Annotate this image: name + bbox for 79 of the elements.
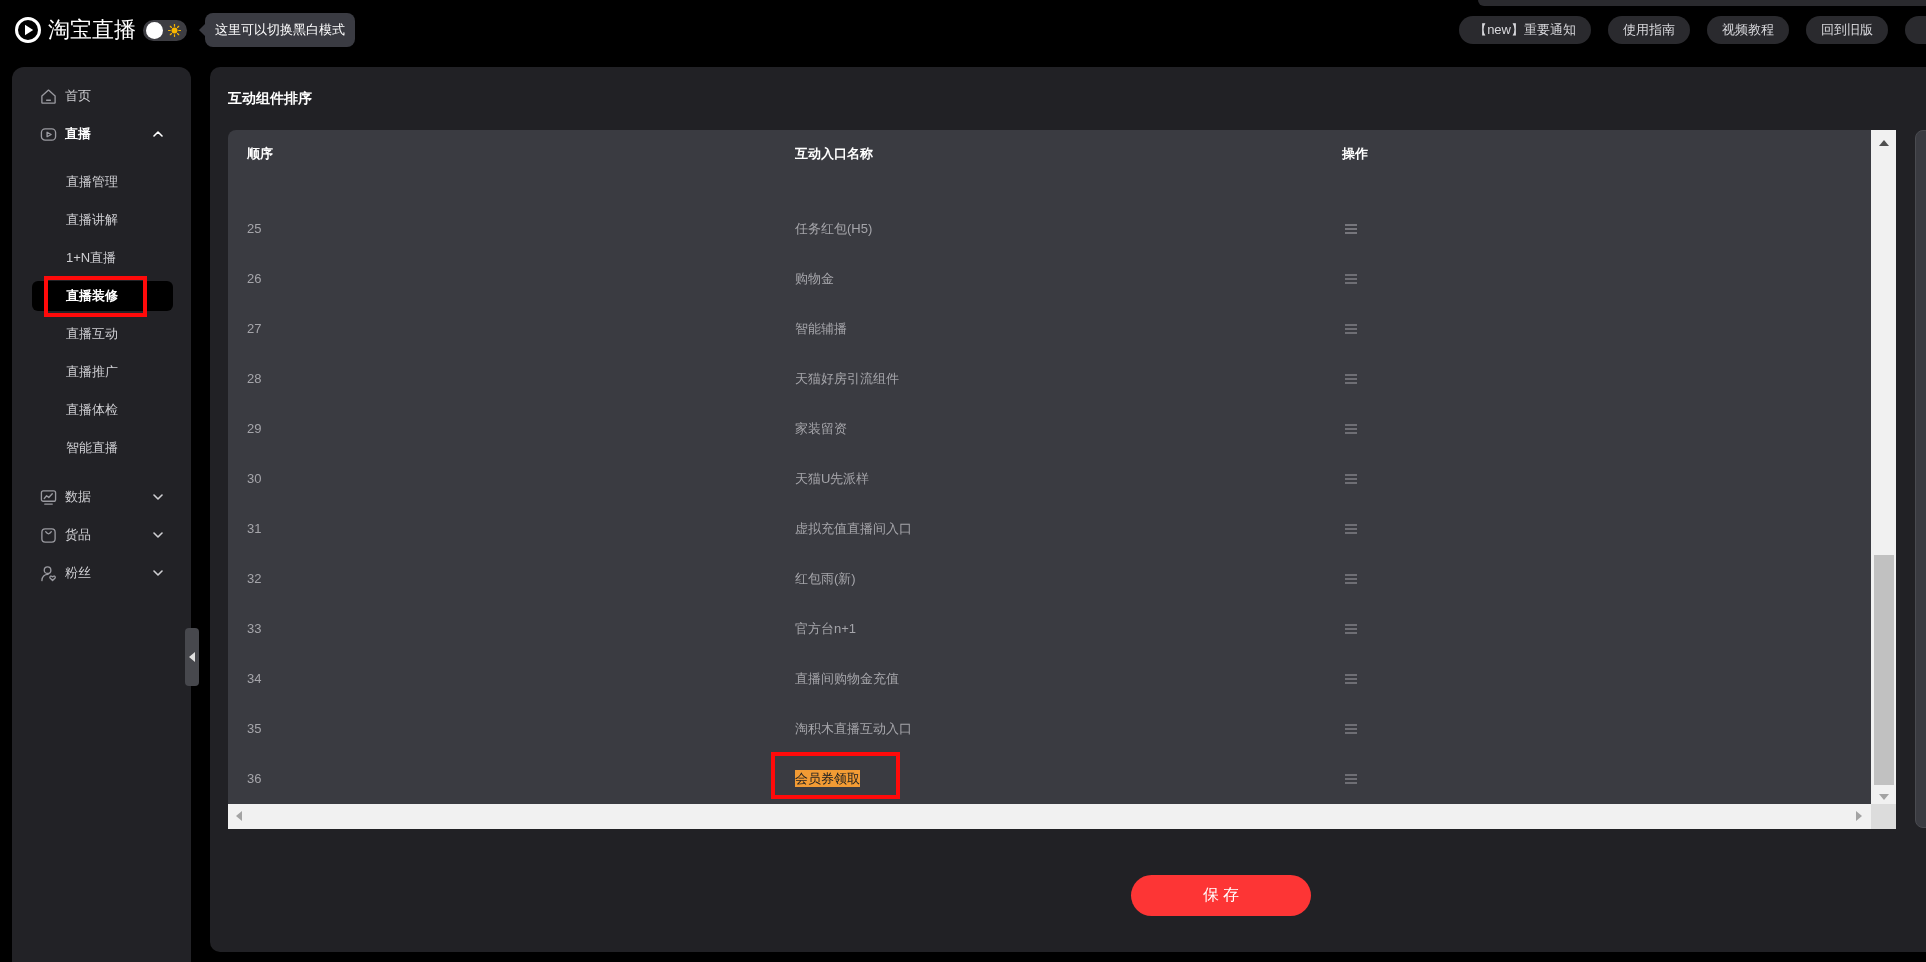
table-cell: 34 xyxy=(247,670,262,687)
header-button[interactable]: 使用指南 xyxy=(1608,16,1690,44)
bag-icon xyxy=(40,526,57,544)
table-cell: 天猫好房引流组件 xyxy=(795,370,899,387)
column-header: 互动入口名称 xyxy=(795,144,873,163)
table-cell: 官方台n+1 xyxy=(795,620,857,637)
up-arrow-icon[interactable] xyxy=(1878,139,1889,146)
three-lines-icon[interactable] xyxy=(1345,373,1357,384)
sidebar-subitem[interactable]: 直播推广 xyxy=(32,357,173,387)
three-lines-icon[interactable] xyxy=(1345,223,1357,234)
logo-text: 淘宝直播 xyxy=(48,16,136,44)
header-button[interactable]: 视频教程 xyxy=(1707,16,1789,44)
header-button[interactable]: 【new】重要通知 xyxy=(1459,16,1591,44)
table-cell: 26 xyxy=(247,270,262,287)
sidebar-subitem[interactable]: 1+N直播 xyxy=(32,243,173,273)
triangle-left-icon xyxy=(189,652,195,662)
sidebar-subitem[interactable]: 智能直播 xyxy=(32,433,173,463)
three-lines-icon[interactable] xyxy=(1345,773,1357,784)
nav-item[interactable]: 粉丝 xyxy=(28,554,175,592)
table-cell: 会员券领取 xyxy=(795,770,860,787)
sidebar-subitem[interactable]: 直播体检 xyxy=(32,395,173,425)
three-lines-icon[interactable] xyxy=(1345,523,1357,534)
table-cell: 天猫U先派样 xyxy=(795,470,870,487)
table-cell: 直播间购物金充值 xyxy=(795,670,899,687)
chart-monitor-icon xyxy=(40,488,57,506)
column-header: 顺序 xyxy=(247,144,273,163)
nav-item[interactable]: 直播 xyxy=(28,115,175,153)
table-cell: 购物金 xyxy=(795,270,834,287)
horizontal-scrollbar[interactable] xyxy=(228,803,1871,829)
table-cell: 25 xyxy=(247,220,262,237)
table-cell: 29 xyxy=(247,420,262,437)
collapse-handle[interactable] xyxy=(185,628,199,686)
tooltip: 这里可以切换黑白模式 xyxy=(199,13,355,47)
table-cell: 31 xyxy=(247,520,262,537)
table-cell: 智能辅播 xyxy=(795,320,847,337)
right-arrow-icon[interactable] xyxy=(1856,811,1862,821)
table-cell: 虚拟充值直播间入口 xyxy=(795,520,912,537)
column-header: 操作 xyxy=(1342,144,1368,163)
nav-item[interactable]: 货品 xyxy=(28,516,175,554)
three-lines-icon[interactable] xyxy=(1345,673,1357,684)
person-heart-icon xyxy=(40,564,57,582)
table-cell: 淘积木直播互动入口 xyxy=(795,720,912,737)
table-cell: 30 xyxy=(247,470,262,487)
table-cell: 28 xyxy=(247,370,262,387)
vertical-scrollbar[interactable] xyxy=(1871,129,1896,804)
table-cell: 红包雨(新) xyxy=(795,570,856,587)
play-box-icon xyxy=(40,125,57,143)
table-cell: 35 xyxy=(247,720,262,737)
sun-icon xyxy=(168,23,181,37)
down-arrow-icon[interactable] xyxy=(1878,793,1889,800)
three-lines-icon[interactable] xyxy=(1345,623,1357,634)
left-arrow-icon[interactable] xyxy=(236,811,242,821)
three-lines-icon[interactable] xyxy=(1345,573,1357,584)
nav-item[interactable]: 数据 xyxy=(28,478,175,516)
sidebar-subitem[interactable]: 直播管理 xyxy=(32,167,173,197)
sidebar-subitem[interactable]: 直播讲解 xyxy=(32,205,173,235)
table-cell: 任务红包(H5) xyxy=(795,220,873,237)
sidebar-subitem[interactable]: 直播装修 xyxy=(32,281,173,311)
home-icon xyxy=(40,87,57,105)
table-cell: 33 xyxy=(247,620,262,637)
scrollbar-corner xyxy=(1871,803,1896,829)
save-button[interactable]: 保 存 xyxy=(1131,874,1311,916)
nav-item[interactable]: 首页 xyxy=(28,77,175,115)
table-cell: 27 xyxy=(247,320,262,337)
table-cell: 家装留资 xyxy=(795,420,847,437)
table-cell: 32 xyxy=(247,570,262,587)
three-lines-icon[interactable] xyxy=(1345,423,1357,434)
section-title: 互动组件排序 xyxy=(228,89,312,107)
three-lines-icon[interactable] xyxy=(1345,273,1357,284)
scrollbar-thumb[interactable] xyxy=(1873,554,1894,785)
three-lines-icon[interactable] xyxy=(1345,473,1357,484)
three-lines-icon[interactable] xyxy=(1345,723,1357,734)
logo-play-icon xyxy=(14,16,42,44)
sidebar-subitem[interactable]: 直播互动 xyxy=(32,319,173,349)
header-button[interactable]: 回到旧版 xyxy=(1806,16,1888,44)
three-lines-icon[interactable] xyxy=(1345,323,1357,334)
theme-toggle[interactable] xyxy=(143,19,187,41)
toggle-knob xyxy=(146,21,163,39)
table-cell: 36 xyxy=(247,770,262,787)
